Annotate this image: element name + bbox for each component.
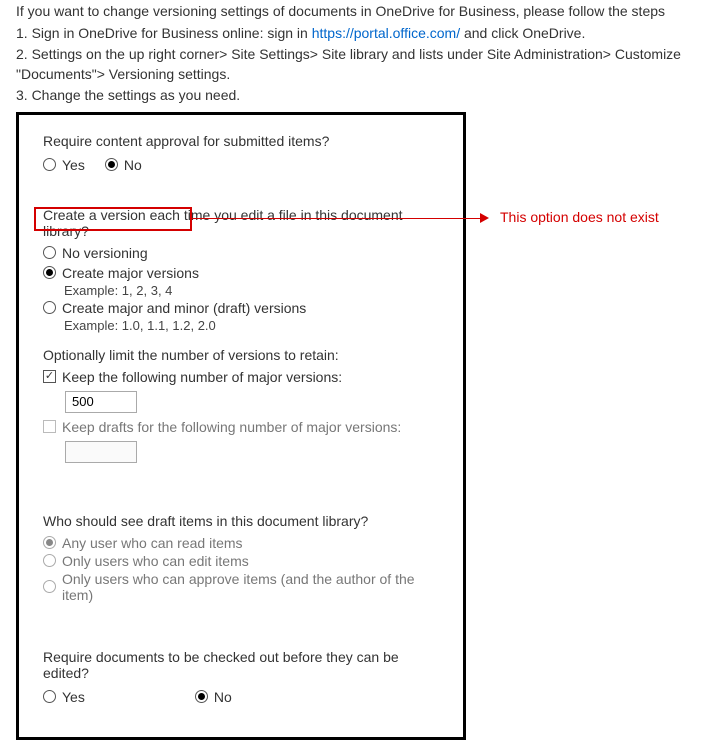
- versioning-question: Create a version each time you edit a fi…: [43, 207, 439, 239]
- step-3: 3. Change the settings as you need.: [16, 86, 691, 106]
- annotation-text: This option does not exist: [500, 209, 659, 225]
- keep-major-label: Keep the following number of major versi…: [62, 369, 342, 385]
- checkout-yes-label: Yes: [62, 689, 85, 705]
- annotation-arrow-head-icon: [480, 213, 489, 223]
- annotation-arrow-line: [192, 218, 482, 219]
- portal-link[interactable]: https://portal.office.com/: [312, 25, 460, 41]
- no-versioning-label: No versioning: [62, 245, 148, 261]
- radio-icon: [43, 266, 56, 279]
- radio-icon: [43, 246, 56, 259]
- major-versions-option[interactable]: Create major versions: [43, 265, 439, 281]
- approval-yes-label: Yes: [62, 157, 85, 173]
- major-example: Example: 1, 2, 3, 4: [64, 283, 439, 298]
- drafts-visibility-section: Who should see draft items in this docum…: [43, 513, 439, 603]
- checkbox-icon: [43, 370, 56, 383]
- radio-icon: [43, 301, 56, 314]
- radio-icon: [43, 580, 56, 593]
- step1-prefix: 1. Sign in OneDrive for Business online:…: [16, 25, 312, 41]
- drafts-any-option: Any user who can read items: [43, 535, 439, 551]
- approval-no-option[interactable]: No: [105, 157, 142, 173]
- approval-yes-option[interactable]: Yes: [43, 157, 85, 173]
- drafts-edit-option: Only users who can edit items: [43, 553, 439, 569]
- drafts-versions-input: [65, 441, 137, 463]
- approval-question: Require content approval for submitted i…: [43, 133, 439, 149]
- approval-section: Require content approval for submitted i…: [43, 133, 439, 175]
- limits-heading: Optionally limit the number of versions …: [43, 347, 439, 363]
- minor-versions-label: Create major and minor (draft) versions: [62, 300, 306, 316]
- checkout-yes-option[interactable]: Yes: [43, 689, 85, 705]
- drafts-question: Who should see draft items in this docum…: [43, 513, 439, 529]
- radio-icon: [195, 690, 208, 703]
- step-2: 2. Settings on the up right corner> Site…: [16, 45, 691, 84]
- radio-icon: [43, 536, 56, 549]
- drafts-edit-label: Only users who can edit items: [62, 553, 249, 569]
- radio-icon: [43, 158, 56, 171]
- keep-drafts-label: Keep drafts for the following number of …: [62, 419, 401, 435]
- radio-icon: [43, 690, 56, 703]
- intro-line: If you want to change versioning setting…: [16, 2, 691, 22]
- minor-example: Example: 1.0, 1.1, 1.2, 2.0: [64, 318, 439, 333]
- radio-icon: [43, 554, 56, 567]
- checkout-no-option[interactable]: No: [195, 689, 232, 705]
- keep-major-option[interactable]: Keep the following number of major versi…: [43, 369, 439, 385]
- instructions-block: If you want to change versioning setting…: [0, 2, 707, 106]
- checkbox-icon: [43, 420, 56, 433]
- checkout-section: Require documents to be checked out befo…: [43, 649, 439, 707]
- approval-no-label: No: [124, 157, 142, 173]
- step-1: 1. Sign in OneDrive for Business online:…: [16, 24, 691, 44]
- major-versions-label: Create major versions: [62, 265, 199, 281]
- checkout-question: Require documents to be checked out befo…: [43, 649, 439, 681]
- drafts-approve-option: Only users who can approve items (and th…: [43, 571, 439, 603]
- drafts-approve-label: Only users who can approve items (and th…: [62, 571, 439, 603]
- limits-section: Optionally limit the number of versions …: [43, 347, 439, 463]
- radio-icon: [105, 158, 118, 171]
- major-versions-input[interactable]: [65, 391, 137, 413]
- versioning-section: Create a version each time you edit a fi…: [43, 207, 439, 333]
- no-versioning-option[interactable]: No versioning: [43, 245, 439, 261]
- settings-panel: Require content approval for submitted i…: [16, 112, 466, 740]
- checkout-no-label: No: [214, 689, 232, 705]
- step1-suffix: and click OneDrive.: [460, 25, 585, 41]
- keep-drafts-option[interactable]: Keep drafts for the following number of …: [43, 419, 439, 435]
- drafts-any-label: Any user who can read items: [62, 535, 243, 551]
- minor-versions-option[interactable]: Create major and minor (draft) versions: [43, 300, 439, 316]
